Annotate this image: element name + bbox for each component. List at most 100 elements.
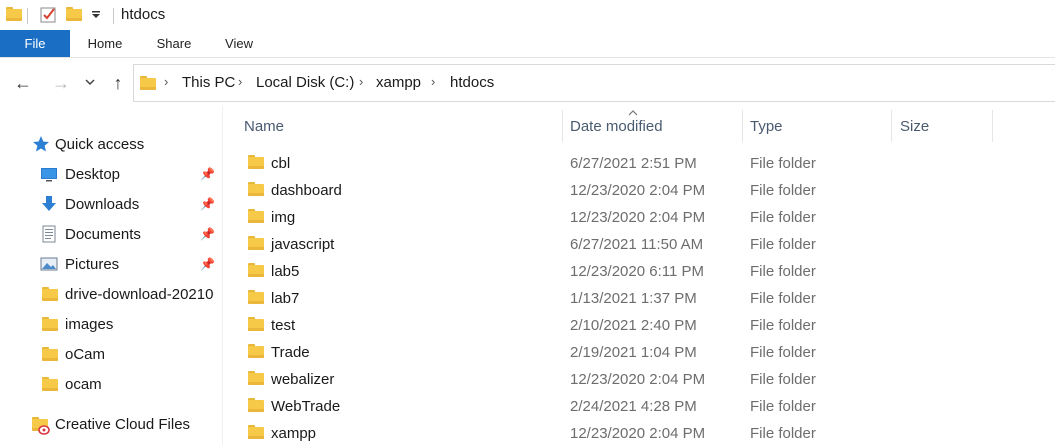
download-arrow-icon (42, 196, 56, 211)
back-arrow-icon[interactable]: ← (12, 72, 34, 94)
customize-toolbar-icon[interactable] (91, 10, 101, 20)
breadcrumb-this-pc[interactable]: This PC (182, 74, 235, 91)
breadcrumb-xampp[interactable]: xampp (376, 74, 421, 91)
folder-icon (248, 209, 264, 223)
sort-ascending-icon (628, 110, 638, 116)
folder-icon (248, 263, 264, 277)
ribbon-tabs: File Home Share View (0, 30, 1055, 58)
file-date: 1/13/2021 1:37 PM (570, 290, 697, 307)
sidebar-item-drive-download[interactable]: drive-download-20210 (0, 280, 222, 308)
file-date: 12/23/2020 2:04 PM (570, 425, 706, 442)
sidebar-item-label: Creative Cloud Files (55, 416, 191, 433)
table-row[interactable]: Trade 2/19/2021 1:04 PM File folder (236, 339, 1055, 366)
sidebar-item-quick-access[interactable]: Quick access (0, 130, 222, 158)
pin-icon[interactable]: 📌 (200, 167, 215, 181)
chevron-right-icon[interactable]: › (359, 74, 363, 89)
forward-arrow-icon[interactable]: → (50, 72, 72, 94)
folder-icon (6, 7, 22, 21)
column-divider[interactable] (742, 110, 743, 142)
column-divider[interactable] (992, 110, 993, 142)
sidebar-item-ocam-lower[interactable]: ocam (0, 370, 222, 398)
file-name: lab5 (271, 263, 300, 280)
up-arrow-icon[interactable]: ↑ (107, 72, 129, 94)
sidebar-item-desktop[interactable]: Desktop 📌 (0, 160, 222, 188)
folder-icon (248, 398, 264, 412)
folder-icon (248, 182, 264, 196)
sidebar-item-creative-cloud[interactable]: Creative Cloud Files (0, 410, 222, 438)
table-row[interactable]: webalizer 12/23/2020 2:04 PM File folder (236, 366, 1055, 393)
sidebar-item-label: Documents (65, 226, 141, 243)
column-name[interactable]: Name (244, 118, 284, 135)
documents-icon (42, 225, 56, 243)
star-icon (33, 136, 49, 152)
table-row[interactable]: img 12/23/2020 2:04 PM File folder (236, 204, 1055, 231)
sidebar-item-documents[interactable]: Documents 📌 (0, 220, 222, 248)
sidebar-item-pictures[interactable]: Pictures 📌 (0, 250, 222, 278)
navigation-bar: ← → ↑ › This PC › Local Disk (C:) › xamp… (0, 58, 1055, 106)
pane-divider[interactable] (222, 106, 223, 445)
file-date: 12/23/2020 2:04 PM (570, 371, 706, 388)
folder-icon (248, 290, 264, 304)
tab-file[interactable]: File (0, 30, 70, 57)
title-bar: htdocs (0, 0, 1055, 30)
sidebar-item-label: drive-download-20210 (65, 286, 214, 303)
file-type: File folder (750, 425, 816, 442)
file-type: File folder (750, 317, 816, 334)
tab-view[interactable]: View (208, 30, 270, 57)
folder-icon (248, 425, 264, 439)
sidebar-item-images[interactable]: images (0, 310, 222, 338)
folder-icon (248, 317, 264, 331)
file-type: File folder (750, 182, 816, 199)
file-type: File folder (750, 398, 816, 415)
sidebar-item-label: images (65, 316, 114, 333)
table-row[interactable]: cbl 6/27/2021 2:51 PM File folder (236, 150, 1055, 177)
table-row[interactable]: dashboard 12/23/2020 2:04 PM File folder (236, 177, 1055, 204)
folder-icon (248, 155, 264, 169)
file-name: webalizer (271, 371, 335, 388)
column-date-modified[interactable]: Date modified (570, 118, 663, 135)
file-name: xampp (271, 425, 317, 442)
file-date: 12/23/2020 6:11 PM (570, 263, 704, 280)
column-type[interactable]: Type (750, 118, 783, 135)
tab-share[interactable]: Share (143, 30, 205, 57)
table-row[interactable]: xampp 12/23/2020 2:04 PM File folder (236, 420, 1055, 447)
pin-icon[interactable]: 📌 (200, 257, 215, 271)
table-row[interactable]: WebTrade 2/24/2021 4:28 PM File folder (236, 393, 1055, 420)
sidebar-item-label: oCam (65, 346, 106, 363)
table-row[interactable]: lab7 1/13/2021 1:37 PM File folder (236, 285, 1055, 312)
file-name: Trade (271, 344, 310, 361)
table-row[interactable]: test 2/10/2021 2:40 PM File folder (236, 312, 1055, 339)
chevron-right-icon[interactable]: › (238, 74, 242, 89)
file-date: 12/23/2020 2:04 PM (570, 209, 706, 226)
new-folder-icon[interactable] (66, 7, 82, 21)
column-header: Name Date modified Type Size (236, 106, 1055, 146)
pin-icon[interactable]: 📌 (200, 197, 215, 211)
file-type: File folder (750, 155, 816, 172)
breadcrumb-local-disk[interactable]: Local Disk (C:) (256, 74, 354, 91)
file-date: 12/23/2020 2:04 PM (570, 182, 706, 199)
pin-icon[interactable]: 📌 (200, 227, 215, 241)
file-type: File folder (750, 290, 816, 307)
column-divider[interactable] (562, 110, 563, 142)
column-size[interactable]: Size (900, 118, 929, 135)
divider (113, 8, 114, 24)
sidebar-item-label: Desktop (65, 166, 121, 183)
column-divider[interactable] (891, 110, 892, 142)
desktop-icon (41, 168, 57, 182)
creative-cloud-badge-icon (38, 425, 50, 435)
file-type: File folder (750, 371, 816, 388)
file-name: test (271, 317, 296, 334)
properties-checkbox-icon[interactable] (40, 6, 57, 23)
sidebar-item-downloads[interactable]: Downloads 📌 (0, 190, 222, 218)
breadcrumb-htdocs[interactable]: htdocs (450, 74, 494, 91)
recent-locations-chevron-icon[interactable] (84, 78, 96, 88)
chevron-right-icon[interactable]: › (164, 74, 168, 89)
chevron-right-icon[interactable]: › (431, 74, 435, 89)
sidebar-item-ocam[interactable]: oCam (0, 340, 222, 368)
file-date: 6/27/2021 11:50 AM (570, 236, 704, 253)
tab-home[interactable]: Home (70, 30, 140, 57)
table-row[interactable]: javascript 6/27/2021 11:50 AM File folde… (236, 231, 1055, 258)
address-bar[interactable]: › This PC › Local Disk (C:) › xampp › ht… (133, 64, 1055, 102)
folder-icon (140, 76, 156, 90)
table-row[interactable]: lab5 12/23/2020 6:11 PM File folder (236, 258, 1055, 285)
